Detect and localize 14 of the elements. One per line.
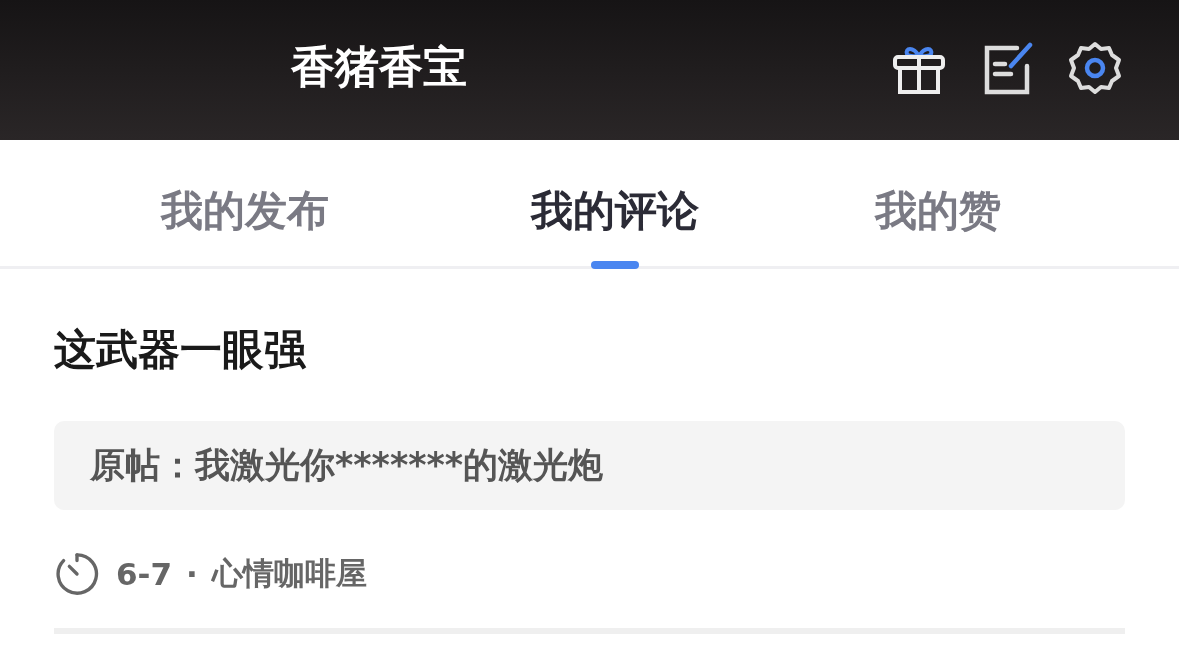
board-name: 心情咖啡屋 bbox=[211, 554, 367, 593]
comment-text: 这武器一眼强 bbox=[54, 324, 307, 376]
tab-indicator bbox=[591, 261, 639, 269]
post-date: 6-7 bbox=[116, 556, 172, 592]
settings-icon[interactable] bbox=[1067, 39, 1123, 96]
original-post-box[interactable]: 原帖：我激光你*******的激光炮 bbox=[54, 421, 1125, 510]
profile-name: 香猪香宝 bbox=[291, 40, 468, 94]
original-post-label: 原帖： bbox=[90, 444, 195, 487]
tab[interactable]: 我的评论 bbox=[531, 183, 699, 239]
tab[interactable]: 我的赞 bbox=[875, 183, 1001, 239]
original-post-text: 我激光你*******的激光炮 bbox=[195, 444, 604, 487]
timer-icon bbox=[54, 551, 100, 597]
separator-dot: · bbox=[186, 556, 198, 592]
tab[interactable]: 我的发布 bbox=[161, 183, 329, 239]
